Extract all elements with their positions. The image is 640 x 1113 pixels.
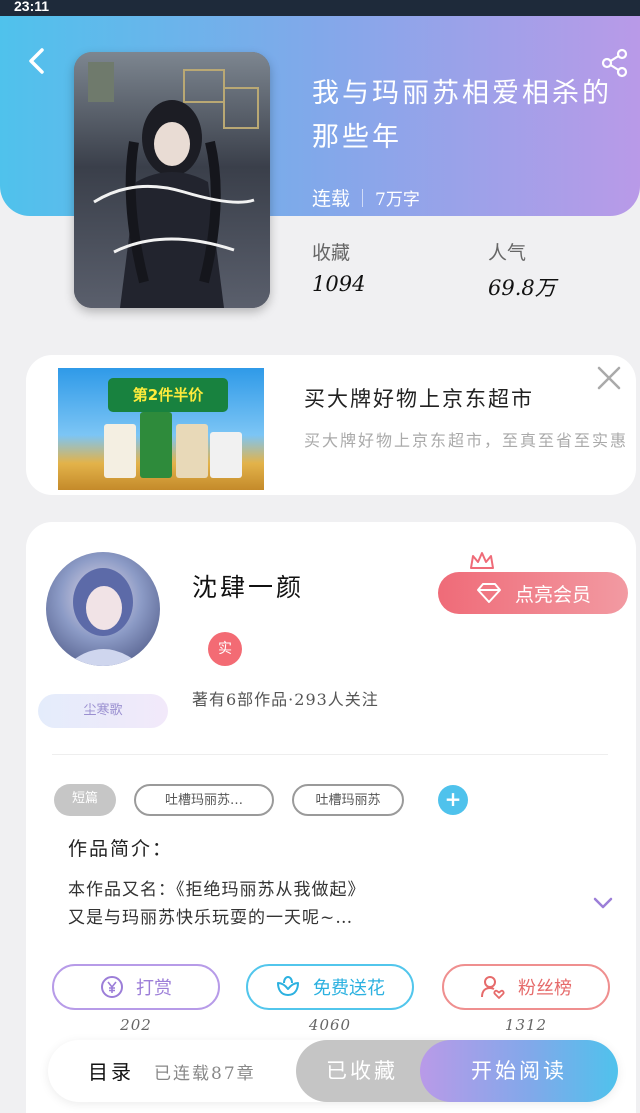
bottom-action-bar: 目录 已连载87章 已收藏 开始阅读 bbox=[48, 1040, 618, 1102]
chevron-down-icon[interactable] bbox=[592, 896, 614, 910]
popularity-label: 人气 bbox=[488, 242, 527, 264]
cover-illustration bbox=[74, 52, 270, 308]
author-name[interactable]: 沈肆一颜 bbox=[192, 568, 304, 604]
tip-label: 打赏 bbox=[136, 978, 172, 999]
flower-count: 4060 bbox=[308, 1016, 352, 1034]
author-avatar[interactable] bbox=[46, 552, 160, 666]
intro-line: 又是与玛丽苏快乐玩耍的一天呢~… bbox=[68, 908, 354, 928]
favorites-value: 1094 bbox=[312, 272, 366, 296]
ad-banner[interactable]: 第2件半价 买大牌好物上京东超市 买大牌好物上京东超市，至真至省至实惠 bbox=[26, 355, 636, 495]
fans-count: 1312 bbox=[504, 1016, 548, 1034]
fan-user-icon bbox=[481, 976, 505, 999]
fans-ranking-label: 粉丝榜 bbox=[518, 978, 572, 999]
product-box bbox=[104, 424, 136, 478]
diamond-icon bbox=[476, 583, 501, 603]
add-tag-button[interactable]: + bbox=[438, 785, 468, 815]
flower-icon bbox=[277, 975, 299, 996]
send-flower-label: 免费送花 bbox=[313, 978, 385, 999]
book-meta: 连载 7万字 bbox=[312, 184, 420, 211]
tip-count: 202 bbox=[120, 1016, 152, 1034]
intro-text[interactable]: 本作品又名：《拒绝玛丽苏从我做起》 又是与玛丽苏快乐玩耍的一天呢~… bbox=[68, 876, 568, 932]
tag-item[interactable]: 吐槽玛丽苏… bbox=[134, 784, 274, 816]
author-works-info: 著有6部作品·293人关注 bbox=[192, 690, 379, 709]
popularity-value: 69.8万 bbox=[488, 276, 556, 300]
book-cover[interactable] bbox=[74, 52, 270, 308]
send-flower-button[interactable]: 免费送花 bbox=[246, 964, 414, 1010]
book-title: 我与玛丽苏相爱相杀的那些年 bbox=[312, 78, 612, 153]
avatar-illustration bbox=[66, 568, 142, 666]
fans-ranking-button[interactable]: 粉丝榜 bbox=[442, 964, 610, 1010]
favorites-label: 收藏 bbox=[312, 242, 351, 264]
toc-button[interactable]: 目录 bbox=[88, 1056, 134, 1085]
tip-button[interactable]: 打赏 bbox=[52, 964, 220, 1010]
intro-line: 本作品又名：《拒绝玛丽苏从我做起》 bbox=[68, 880, 366, 900]
close-icon[interactable] bbox=[596, 365, 622, 391]
ad-title[interactable]: 买大牌好物上京东超市 bbox=[304, 383, 534, 413]
book-status: 连载 bbox=[312, 188, 351, 210]
book-word-count: 7万字 bbox=[375, 190, 420, 210]
back-icon[interactable] bbox=[24, 46, 50, 76]
crown-icon bbox=[470, 552, 494, 569]
verified-badge: 实 bbox=[208, 632, 242, 666]
divider bbox=[52, 754, 608, 755]
ad-image[interactable]: 第2件半价 bbox=[58, 368, 264, 490]
fan-badge: 尘寒歌 bbox=[38, 694, 168, 728]
ad-description: 买大牌好物上京东超市，至真至省至实惠 bbox=[304, 431, 629, 450]
ad-image-banner: 第2件半价 bbox=[108, 378, 228, 412]
product-box bbox=[140, 412, 172, 478]
start-reading-button[interactable]: 开始阅读 bbox=[420, 1040, 618, 1102]
product-box bbox=[210, 432, 242, 478]
vip-button[interactable]: 点亮会员 bbox=[438, 572, 628, 614]
intro-heading: 作品简介： bbox=[68, 838, 174, 860]
chapter-count[interactable]: 已连载87章 bbox=[154, 1059, 256, 1084]
tag-short[interactable]: 短篇 bbox=[54, 784, 116, 816]
meta-divider bbox=[362, 188, 364, 207]
yen-icon bbox=[101, 976, 123, 998]
product-box bbox=[176, 424, 208, 478]
author-card: 沈肆一颜 实 点亮会员 尘寒歌 著有6部作品·293人关注 短篇 吐槽玛丽苏… … bbox=[26, 522, 636, 1113]
vip-button-label: 点亮会员 bbox=[514, 583, 591, 606]
status-bar: 23:11 bbox=[0, 0, 640, 16]
status-time: 23:11 bbox=[14, 0, 50, 14]
tag-item[interactable]: 吐槽玛丽苏 bbox=[292, 784, 404, 816]
